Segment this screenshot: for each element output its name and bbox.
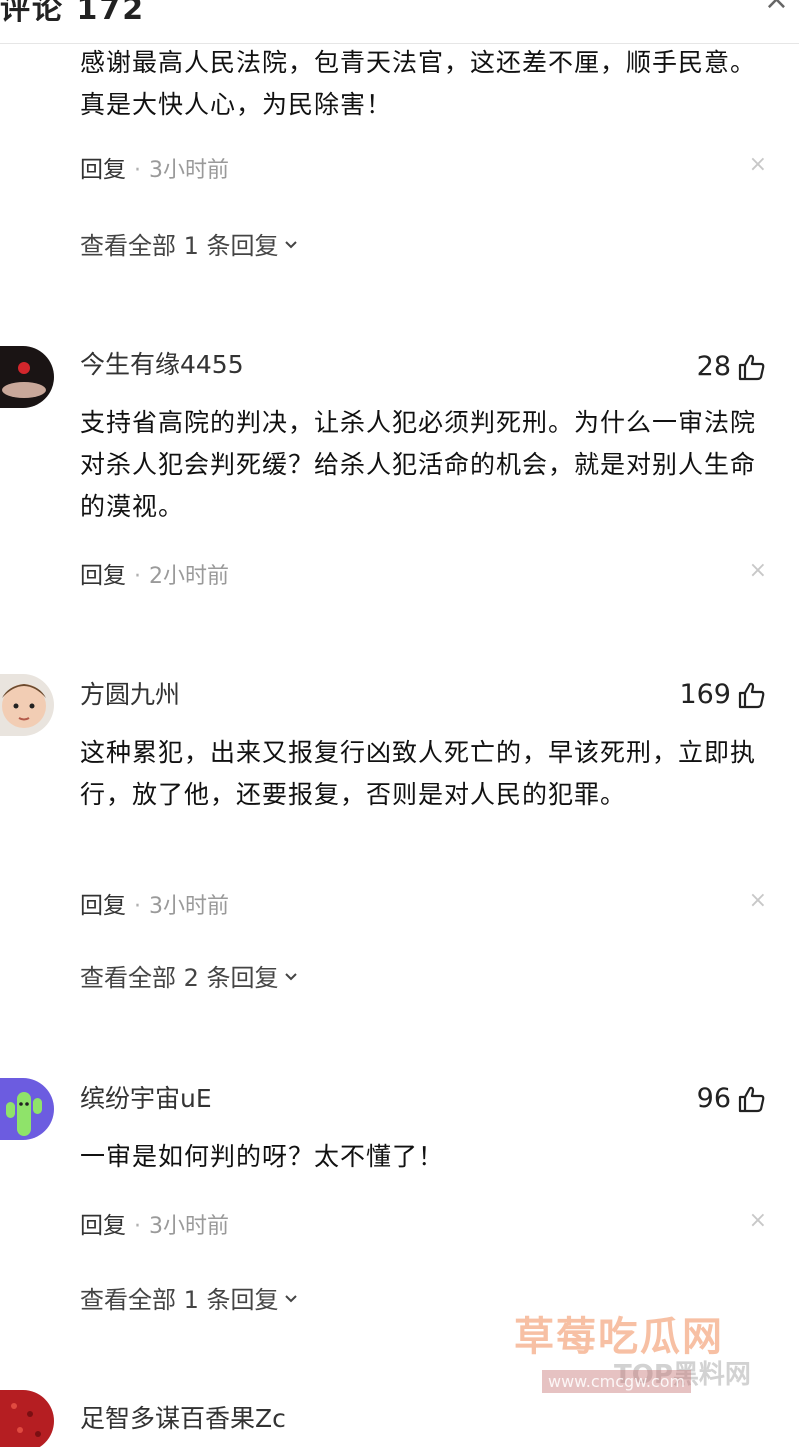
dismiss-icon[interactable]: × bbox=[749, 558, 767, 583]
view-replies-link[interactable]: 查看全部 2 条回复 bbox=[80, 958, 299, 993]
separator-dot: · bbox=[134, 158, 141, 183]
like-count: 28 bbox=[696, 351, 731, 382]
comment-text: 这种累犯，出来又报复行凶致人死亡的，早该死刑，立即执行，放了他，还要报复，否则是… bbox=[80, 738, 757, 809]
like-count: 96 bbox=[696, 1083, 731, 1114]
separator-dot: · bbox=[134, 1214, 141, 1239]
comment-time: 2小时前 bbox=[149, 564, 229, 589]
reply-button[interactable]: 回复 bbox=[80, 1213, 126, 1239]
close-icon[interactable]: × bbox=[764, 0, 789, 17]
reply-button[interactable]: 回复 bbox=[80, 157, 126, 183]
avatar[interactable] bbox=[0, 346, 54, 408]
reply-button[interactable]: 回复 bbox=[80, 893, 126, 919]
chevron-down-icon bbox=[284, 240, 297, 248]
comment-meta: 回复 · 3小时前 × bbox=[80, 1206, 767, 1239]
avatar-image bbox=[0, 346, 54, 408]
comments-title: 评论 172 bbox=[0, 0, 146, 27]
comment-time: 3小时前 bbox=[149, 158, 229, 183]
username[interactable]: 缤纷宇宙uE bbox=[80, 1084, 212, 1114]
username[interactable]: 今生有缘4455 bbox=[80, 350, 244, 380]
comment-meta: 回复 · 3小时前 × bbox=[80, 886, 767, 919]
watermark-text: 草莓吃瓜网 bbox=[514, 1314, 724, 1360]
avatar[interactable] bbox=[0, 1390, 54, 1447]
dismiss-icon[interactable]: × bbox=[749, 152, 767, 177]
thumbs-up-icon bbox=[738, 1086, 765, 1113]
watermark-logo: TOP黑料网 bbox=[614, 1360, 751, 1390]
separator-dot: · bbox=[134, 564, 141, 589]
comment-text: 感谢最高人民法院，包青天法官，这还差不厘，顺手民意。真是大快人心，为民除害！ bbox=[80, 48, 757, 119]
avatar[interactable] bbox=[0, 674, 54, 736]
separator-dot: · bbox=[134, 894, 141, 919]
thumbs-up-icon bbox=[738, 354, 765, 381]
comment-meta: 回复 · 2小时前 × bbox=[80, 556, 767, 589]
like-count: 169 bbox=[679, 679, 731, 710]
dismiss-icon[interactable]: × bbox=[749, 1208, 767, 1233]
comment-time: 3小时前 bbox=[149, 1214, 229, 1239]
avatar-image bbox=[0, 1078, 54, 1140]
watermark: 草莓吃瓜网 TOP黑料网 www.cmcgw.com bbox=[514, 1304, 784, 1414]
like-button[interactable]: 96 bbox=[697, 1084, 767, 1114]
view-replies-link[interactable]: 查看全部 1 条回复 bbox=[80, 1280, 299, 1315]
view-replies-link[interactable]: 查看全部 1 条回复 bbox=[80, 226, 299, 261]
reply-button[interactable]: 回复 bbox=[80, 563, 126, 589]
comment-text: 一审是如何判的呀？太不懂了！ bbox=[80, 1142, 445, 1171]
comment-text: 支持省高院的判决，让杀人犯必须判死刑。为什么一审法院对杀人犯会判死缓？给杀人犯活… bbox=[80, 408, 757, 521]
avatar-image bbox=[0, 1390, 54, 1447]
username[interactable]: 足智多谋百香果Zc bbox=[80, 1404, 286, 1434]
comment-meta: 回复 · 3小时前 × bbox=[80, 150, 767, 183]
username[interactable]: 方圆九州 bbox=[80, 680, 180, 710]
thumbs-up-icon bbox=[738, 682, 765, 709]
view-replies-label: 查看全部 1 条回复 bbox=[80, 232, 279, 260]
avatar[interactable] bbox=[0, 1078, 54, 1140]
chevron-down-icon bbox=[284, 972, 297, 980]
comment-time: 3小时前 bbox=[149, 894, 229, 919]
view-replies-label: 查看全部 1 条回复 bbox=[80, 1286, 279, 1314]
avatar-image bbox=[0, 674, 54, 736]
watermark-url: www.cmcgw.com bbox=[542, 1370, 692, 1393]
view-replies-label: 查看全部 2 条回复 bbox=[80, 964, 279, 992]
like-button[interactable]: 28 bbox=[697, 352, 767, 382]
like-button[interactable]: 169 bbox=[679, 680, 767, 710]
chevron-down-icon bbox=[284, 1294, 297, 1302]
dismiss-icon[interactable]: × bbox=[749, 888, 767, 913]
comments-header: 评论 172 × bbox=[0, 0, 799, 44]
